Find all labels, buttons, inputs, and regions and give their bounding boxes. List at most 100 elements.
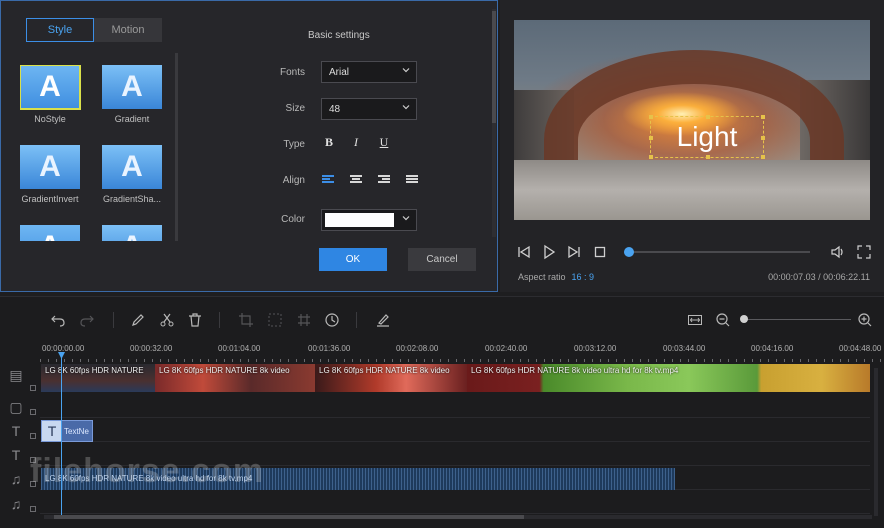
aspect-ratio-value[interactable]: 16 : 9 (572, 272, 595, 282)
color-swatch[interactable] (325, 213, 394, 227)
clip-label: LG 8K 60fps HDR NATURE (45, 366, 144, 375)
bold-button[interactable]: B (321, 135, 337, 150)
cancel-button[interactable]: Cancel (408, 248, 476, 271)
tab-motion[interactable]: Motion (94, 18, 162, 42)
timeline-vscrollbar[interactable] (874, 368, 878, 516)
undo-icon[interactable] (50, 312, 66, 328)
ruler-tick-label: 00:01:36.00 (308, 344, 351, 353)
align-center-icon[interactable] (350, 175, 362, 185)
style-list-scrollbar[interactable] (175, 53, 178, 241)
fit-timeline-icon[interactable] (687, 312, 703, 328)
ruler-tick-label: 00:00:32.00 (130, 344, 173, 353)
video-clip[interactable]: LG 8K 60fps HDR NATURE 8k video (155, 364, 315, 392)
text-track-icon: T (11, 447, 21, 463)
video-clip[interactable]: LG 8K 60fps HDR NATURE (41, 364, 155, 392)
chevron-down-icon (402, 105, 410, 110)
align-right-icon[interactable] (378, 175, 390, 185)
text-icon: T (42, 421, 62, 441)
underline-button[interactable]: U (376, 135, 392, 150)
zoom-slider-knob[interactable] (740, 315, 748, 323)
text-clip[interactable]: T TextNe (41, 420, 93, 442)
style-item-label: NoStyle (34, 114, 66, 124)
style-item-5[interactable]: A (20, 225, 80, 241)
toolbar-divider (113, 312, 114, 328)
ruler-tick-label: 00:04:48.00 (839, 344, 882, 353)
clip-label: LG 8K 60fps HDR NATURE 8k video (159, 366, 290, 375)
overlay-track-icon: ▢ (9, 399, 23, 415)
text-clip-label: TextNe (64, 426, 89, 436)
video-preview[interactable]: Light (514, 20, 870, 220)
watermark: filehorse.com (30, 452, 265, 490)
type-label: Type (283, 139, 305, 150)
ok-button[interactable]: OK (319, 248, 387, 271)
align-justify-icon[interactable] (406, 175, 418, 185)
ruler-tick-label: 00:01:04.00 (218, 344, 261, 353)
toolbar-divider (219, 312, 220, 328)
text-track-icon: T (11, 423, 21, 439)
aspect-ratio: Aspect ratio 16 : 9 (518, 272, 594, 282)
style-thumbnail: A (102, 225, 162, 241)
video-clip[interactable]: LG 8K 60fps HDR NATURE 8k video ultra hd… (467, 364, 870, 392)
zoom-in-icon[interactable] (857, 312, 873, 328)
video-clip[interactable]: LG 8K 60fps HDR NATURE 8k video (315, 364, 467, 392)
style-thumbnail: A (102, 65, 162, 109)
caption-text: Light (676, 121, 738, 152)
color-adjust-icon[interactable] (375, 312, 391, 328)
style-item-gradientinvert[interactable]: A GradientInvert (20, 145, 80, 204)
lock-icon[interactable] (30, 385, 36, 391)
delete-icon[interactable] (187, 312, 203, 328)
style-item-6[interactable]: A (102, 225, 162, 241)
edit-icon[interactable] (130, 312, 146, 328)
size-select[interactable]: 48 (321, 98, 417, 120)
align-left-icon[interactable] (322, 175, 334, 185)
previous-frame-icon[interactable] (516, 244, 532, 260)
next-frame-icon[interactable] (566, 244, 582, 260)
overlay-track[interactable] (40, 394, 870, 418)
style-thumbnail: A (20, 145, 80, 189)
aspect-ratio-label: Aspect ratio (518, 272, 566, 282)
timeline-hscrollbar-thumb[interactable] (54, 515, 524, 519)
settings-scrollbar[interactable] (492, 9, 496, 237)
settings-scrollbar-thumb[interactable] (492, 11, 496, 123)
timeline-hscrollbar[interactable] (44, 515, 872, 519)
music-track-icon: ♫ (10, 471, 22, 487)
music-track[interactable] (40, 490, 870, 514)
style-item-gradient[interactable]: A Gradient (102, 65, 162, 124)
style-item-gradientshadow[interactable]: A GradientSha... (102, 145, 162, 204)
size-label: Size (285, 103, 305, 114)
stop-icon[interactable] (592, 244, 608, 260)
speed-icon[interactable] (324, 312, 340, 328)
lock-icon[interactable] (30, 506, 36, 512)
timeline-ruler[interactable]: 00:00:00.00 00:00:32.00 00:01:04.00 00:0… (40, 340, 884, 362)
fullscreen-icon[interactable] (856, 244, 872, 260)
ruler-tick-label: 00:03:44.00 (663, 344, 706, 353)
cut-icon[interactable] (159, 312, 175, 328)
style-tabs: Style Motion (26, 18, 162, 42)
lock-icon[interactable] (30, 433, 36, 439)
clip-label: LG 8K 60fps HDR NATURE 8k video (319, 366, 450, 375)
grid-icon[interactable] (296, 312, 312, 328)
font-select[interactable]: Arial (321, 61, 417, 83)
volume-icon[interactable] (830, 244, 846, 260)
zoom-slider[interactable] (745, 319, 851, 320)
tab-style[interactable]: Style (26, 18, 94, 42)
chevron-down-icon (402, 68, 410, 73)
playhead[interactable] (61, 355, 62, 517)
play-icon[interactable] (541, 244, 557, 260)
fonts-label: Fonts (279, 67, 305, 78)
redo-icon[interactable] (79, 312, 95, 328)
progress-knob[interactable] (624, 247, 634, 257)
color-label: Color (281, 214, 305, 225)
playback-progress[interactable] (624, 247, 810, 257)
crop-icon[interactable] (238, 312, 254, 328)
text-track[interactable] (40, 418, 870, 442)
text-style-panel: Style Motion A NoStyle A Gradient A Grad… (0, 0, 498, 292)
preview-image-part (514, 160, 870, 220)
style-item-nostyle[interactable]: A NoStyle (20, 65, 81, 124)
zoom-out-icon[interactable] (715, 312, 731, 328)
mosaic-icon[interactable] (267, 312, 283, 328)
lock-icon[interactable] (30, 409, 36, 415)
italic-button[interactable]: I (348, 135, 364, 150)
style-thumbnail-grid: A NoStyle A Gradient A GradientInvert A … (20, 65, 170, 241)
caption-text-box[interactable]: Light (649, 115, 765, 159)
